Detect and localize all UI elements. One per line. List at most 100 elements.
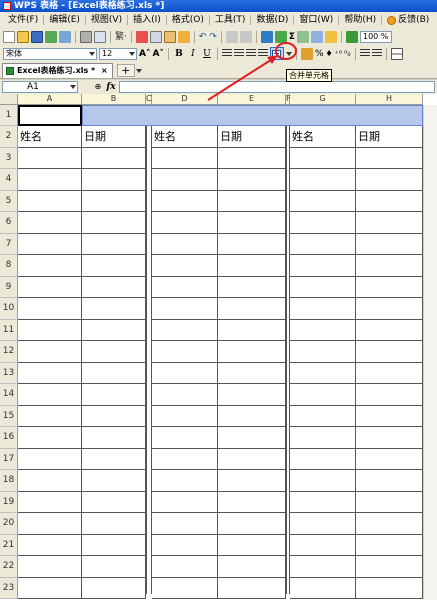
grid-cell[interactable]: [82, 169, 146, 191]
grid-cell[interactable]: [218, 491, 286, 513]
grid-cell[interactable]: [356, 341, 423, 363]
grid-cell[interactable]: [218, 577, 286, 599]
new-tab-button[interactable]: +: [116, 64, 135, 77]
grid-cell[interactable]: [356, 491, 423, 513]
copy-icon[interactable]: [149, 30, 162, 43]
grid-cell[interactable]: [82, 577, 146, 599]
header-cell-name[interactable]: 姓名: [152, 126, 218, 148]
grid-cell[interactable]: [356, 255, 423, 277]
grid-cell[interactable]: [152, 577, 218, 599]
cut-icon[interactable]: [135, 30, 148, 43]
grid-cell[interactable]: [82, 556, 146, 578]
share-icon[interactable]: [45, 30, 57, 43]
grid-cell[interactable]: [218, 384, 286, 406]
grid-cell[interactable]: [152, 470, 218, 492]
row-header[interactable]: 20: [0, 513, 18, 535]
row-header[interactable]: 12: [0, 341, 18, 363]
grid-cell[interactable]: [152, 534, 218, 556]
tab-excel-practice[interactable]: Excel表格练习.xls * ×: [2, 63, 113, 78]
grid-cell[interactable]: [290, 276, 356, 298]
grid-cell[interactable]: [290, 405, 356, 427]
grid-cell[interactable]: [218, 427, 286, 449]
column-header-h[interactable]: H: [356, 94, 423, 105]
grid-cell[interactable]: [356, 448, 423, 470]
align-right-icon[interactable]: [245, 49, 256, 58]
grid-cell[interactable]: [18, 491, 82, 513]
borders-icon[interactable]: [390, 47, 403, 60]
menu-view[interactable]: 视图(V): [87, 13, 126, 27]
print-preview-icon[interactable]: [94, 30, 106, 43]
grid-cell[interactable]: [82, 491, 146, 513]
grid-cell[interactable]: [152, 212, 218, 234]
row-header[interactable]: 3: [0, 147, 18, 169]
grid-cell[interactable]: [218, 405, 286, 427]
grid-cell[interactable]: [82, 190, 146, 212]
grid-cell[interactable]: [18, 169, 82, 191]
grid-cell[interactable]: [82, 255, 146, 277]
grid-cell[interactable]: [290, 427, 356, 449]
currency-icon[interactable]: [300, 47, 313, 60]
grid-cell[interactable]: [290, 491, 356, 513]
menu-insert[interactable]: 插入(I): [129, 13, 165, 27]
insert-column-icon[interactable]: [239, 30, 252, 43]
insert-function-icon[interactable]: fx: [106, 82, 116, 92]
grid-cell[interactable]: [18, 147, 82, 169]
chart-icon[interactable]: [345, 30, 358, 43]
grid-cell[interactable]: [152, 233, 218, 255]
grid-cell[interactable]: [82, 534, 146, 556]
grid-cell[interactable]: [82, 427, 146, 449]
row-header[interactable]: 15: [0, 405, 18, 427]
grid-cell[interactable]: [218, 556, 286, 578]
save-icon[interactable]: [31, 30, 43, 43]
grid-cell[interactable]: [218, 513, 286, 535]
row-header[interactable]: 7: [0, 233, 18, 255]
grid-cell[interactable]: [18, 190, 82, 212]
select-all-corner[interactable]: [0, 94, 18, 105]
grid-cell[interactable]: [218, 233, 286, 255]
open-folder-icon[interactable]: [17, 30, 29, 43]
justify-icon[interactable]: [257, 49, 268, 58]
cell-name-box[interactable]: A1: [2, 81, 78, 93]
row-header[interactable]: 6: [0, 212, 18, 234]
new-document-icon[interactable]: [3, 30, 15, 43]
grid-cell[interactable]: [218, 169, 286, 191]
thousands-separator-icon[interactable]: ♦: [326, 48, 333, 60]
grid-cell[interactable]: [356, 384, 423, 406]
grid-cell[interactable]: [152, 556, 218, 578]
menu-data[interactable]: 数据(D): [252, 13, 292, 27]
grid-cell[interactable]: [18, 577, 82, 599]
grid-cell[interactable]: [290, 556, 356, 578]
grid-cell[interactable]: [152, 276, 218, 298]
font-name-select[interactable]: 宋体: [3, 47, 97, 60]
grid-cell[interactable]: [82, 448, 146, 470]
row-header[interactable]: 5: [0, 190, 18, 212]
grid-cell[interactable]: [290, 212, 356, 234]
grid-cell[interactable]: [290, 255, 356, 277]
grid-cell[interactable]: [290, 341, 356, 363]
menu-window[interactable]: 窗口(W): [295, 13, 337, 27]
grid-cell[interactable]: [82, 147, 146, 169]
grid-cell[interactable]: [152, 491, 218, 513]
grid-cell[interactable]: [290, 298, 356, 320]
grid-cell[interactable]: [356, 577, 423, 599]
grid-cell[interactable]: [18, 255, 82, 277]
sort-descending-icon[interactable]: [310, 30, 323, 43]
grid-cell[interactable]: [18, 319, 82, 341]
grid-cell[interactable]: [152, 341, 218, 363]
column-header-b[interactable]: B: [82, 94, 146, 105]
merge-dropdown-icon[interactable]: [285, 51, 292, 56]
row-header[interactable]: 14: [0, 384, 18, 406]
grid-cell[interactable]: [82, 233, 146, 255]
grid-cell[interactable]: [18, 556, 82, 578]
grid-cell[interactable]: [218, 448, 286, 470]
grid-cell[interactable]: [152, 448, 218, 470]
grid-cell[interactable]: [152, 405, 218, 427]
menu-tools[interactable]: 工具(T): [211, 13, 250, 27]
grid-cell[interactable]: [18, 362, 82, 384]
simplified-traditional-icon[interactable]: 繁·: [115, 31, 127, 43]
grid-cell[interactable]: [356, 190, 423, 212]
row-header[interactable]: 16: [0, 427, 18, 449]
header-cell-name[interactable]: 姓名: [18, 126, 82, 148]
grid-cell[interactable]: [82, 405, 146, 427]
row-header[interactable]: 23: [0, 577, 18, 599]
